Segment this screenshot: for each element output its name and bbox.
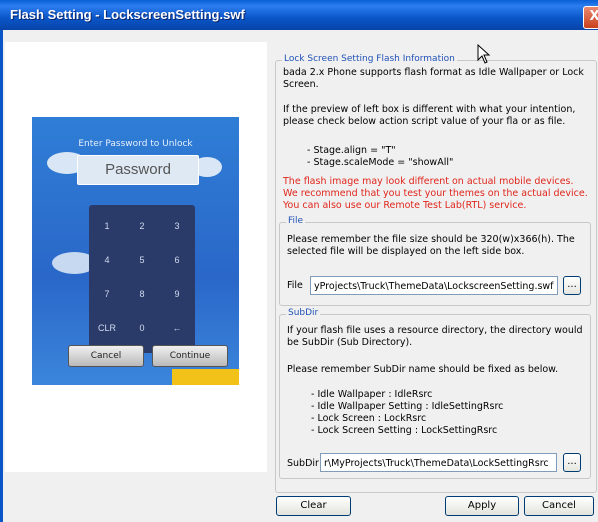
info-legend: Lock Screen Setting Flash Information bbox=[282, 54, 457, 64]
subdir-item: - Lock Screen Setting : LockSettingRsrc bbox=[311, 425, 498, 436]
key-9: 9 bbox=[174, 289, 180, 299]
file-legend: File bbox=[286, 216, 306, 226]
window-title: Flash Setting - LockscreenSetting.swf bbox=[10, 7, 245, 22]
key-0: 0 bbox=[139, 323, 145, 333]
subdir-description: If your flash file uses a resource direc… bbox=[287, 325, 583, 348]
info-line1: bada 2.x Phone supports flash format as … bbox=[283, 67, 584, 90]
subdir-item: - Idle Wallpaper Setting : IdleSettingRs… bbox=[311, 401, 504, 412]
title-bar: Flash Setting - LockscreenSetting.swf bbox=[0, 0, 598, 30]
key-7: 7 bbox=[104, 289, 110, 299]
key-8: 8 bbox=[139, 289, 145, 299]
mouse-cursor-icon bbox=[477, 44, 491, 64]
subdir-item: - Lock Screen : LockRsrc bbox=[311, 413, 427, 424]
file-description: Please remember the file size should be … bbox=[287, 234, 575, 257]
apply-button[interactable]: Apply bbox=[445, 496, 519, 516]
subdir-remember: Please remember SubDir name should be fi… bbox=[287, 364, 559, 375]
preview-corner bbox=[13, 42, 18, 47]
preview-cancel-button: Cancel bbox=[68, 345, 144, 367]
subdir-path-input[interactable]: r\MyProjects\Truck\ThemeData\LockSetting… bbox=[320, 453, 557, 472]
truck-graphic bbox=[172, 369, 239, 385]
clear-button[interactable]: Clear bbox=[276, 496, 351, 516]
password-prompt: Enter Password to Unlock bbox=[78, 139, 193, 149]
warning-line1: The flash image may look different on ac… bbox=[283, 176, 574, 187]
file-browse-button[interactable]: ... bbox=[563, 276, 581, 295]
key-3: 3 bbox=[174, 221, 180, 231]
close-icon: X bbox=[589, 9, 598, 24]
warning-line2: We recommend that you test your themes o… bbox=[283, 188, 588, 199]
key-backspace: ← bbox=[172, 323, 182, 333]
key-6: 6 bbox=[174, 255, 180, 265]
subdir-browse-button[interactable]: ... bbox=[563, 453, 581, 472]
key-5: 5 bbox=[139, 255, 145, 265]
stage-align: - Stage.align = "T" bbox=[307, 145, 396, 156]
key-2: 2 bbox=[139, 221, 145, 231]
file-path-input[interactable]: yProjects\Truck\ThemeData\LockscreenSett… bbox=[310, 276, 558, 295]
subdir-item: - Idle Wallpaper : IdleRsrc bbox=[311, 389, 433, 400]
key-clr: CLR bbox=[97, 323, 116, 333]
preview-continue-button: Continue bbox=[152, 345, 228, 367]
key-1: 1 bbox=[104, 221, 110, 231]
close-button[interactable]: X bbox=[583, 6, 598, 29]
info-line2: If the preview of left box is different … bbox=[283, 104, 576, 127]
subdir-label: SubDir bbox=[287, 458, 319, 469]
subdir-legend: SubDir bbox=[286, 308, 321, 318]
cancel-button[interactable]: Cancel bbox=[524, 496, 594, 516]
stage-scalemode: - Stage.scaleMode = "showAll" bbox=[307, 157, 454, 168]
password-field: Password bbox=[77, 155, 199, 185]
file-label: File bbox=[287, 280, 303, 291]
warning-line3: You can also use our Remote Test Lab(RTL… bbox=[283, 200, 527, 211]
keypad: 1 2 3 4 5 6 7 8 9 CLR 0 ← bbox=[89, 205, 195, 353]
flash-preview: Enter Password to Unlock Password 1 2 3 … bbox=[32, 117, 239, 385]
key-4: 4 bbox=[104, 255, 110, 265]
